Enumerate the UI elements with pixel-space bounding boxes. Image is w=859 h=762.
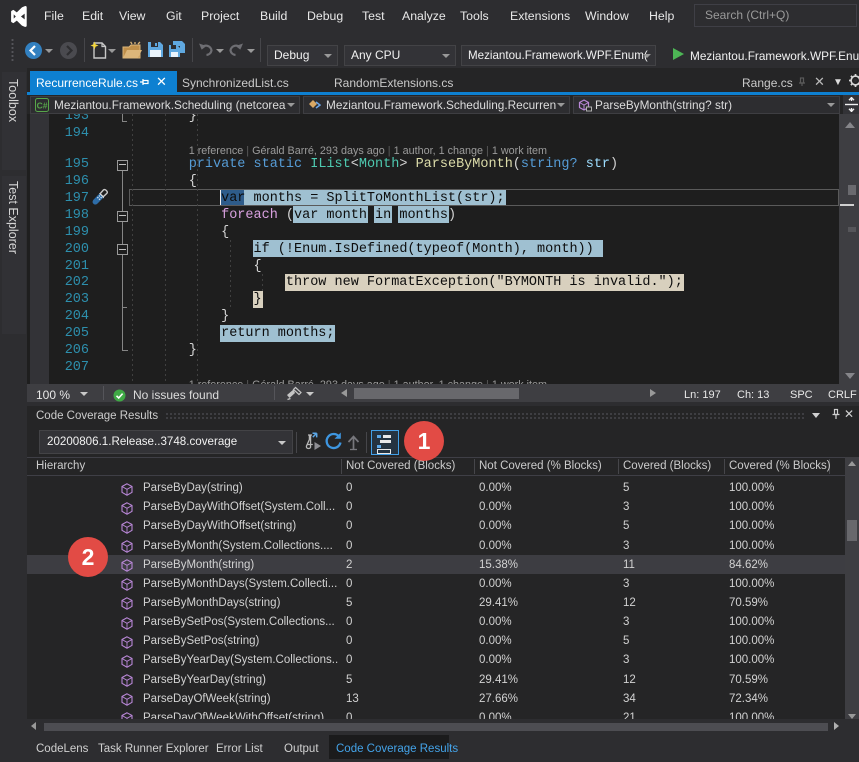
- svg-text:C#: C#: [37, 101, 48, 111]
